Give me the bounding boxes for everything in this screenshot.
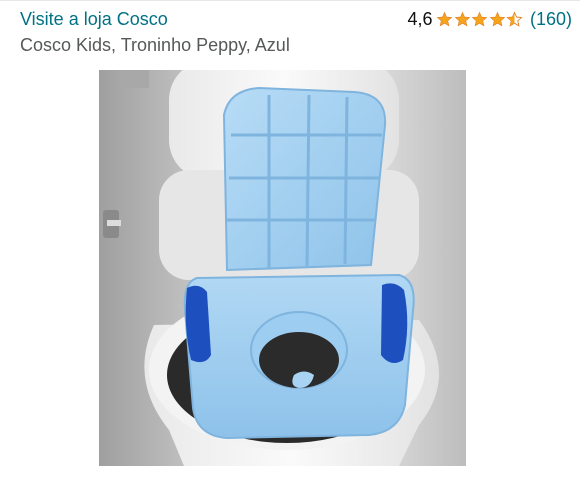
rating-value: 4,6 <box>407 9 433 29</box>
star-full-icon <box>472 11 488 27</box>
star-full-icon <box>454 11 471 27</box>
star-rating <box>436 11 524 28</box>
potty-seat-illustration <box>99 70 466 466</box>
visit-store-link[interactable]: Visite a loja Cosco <box>20 9 168 30</box>
top-divider <box>0 0 580 1</box>
star-full-icon <box>489 11 506 27</box>
star-full-icon <box>437 11 453 27</box>
product-image[interactable] <box>99 70 466 466</box>
rating-count-link[interactable]: (160) <box>530 9 572 30</box>
product-title: Cosco Kids, Troninho Peppy, Azul <box>20 35 290 55</box>
rating-summary[interactable]: 4,6 (160) <box>407 9 572 30</box>
star-half-icon <box>506 11 524 27</box>
